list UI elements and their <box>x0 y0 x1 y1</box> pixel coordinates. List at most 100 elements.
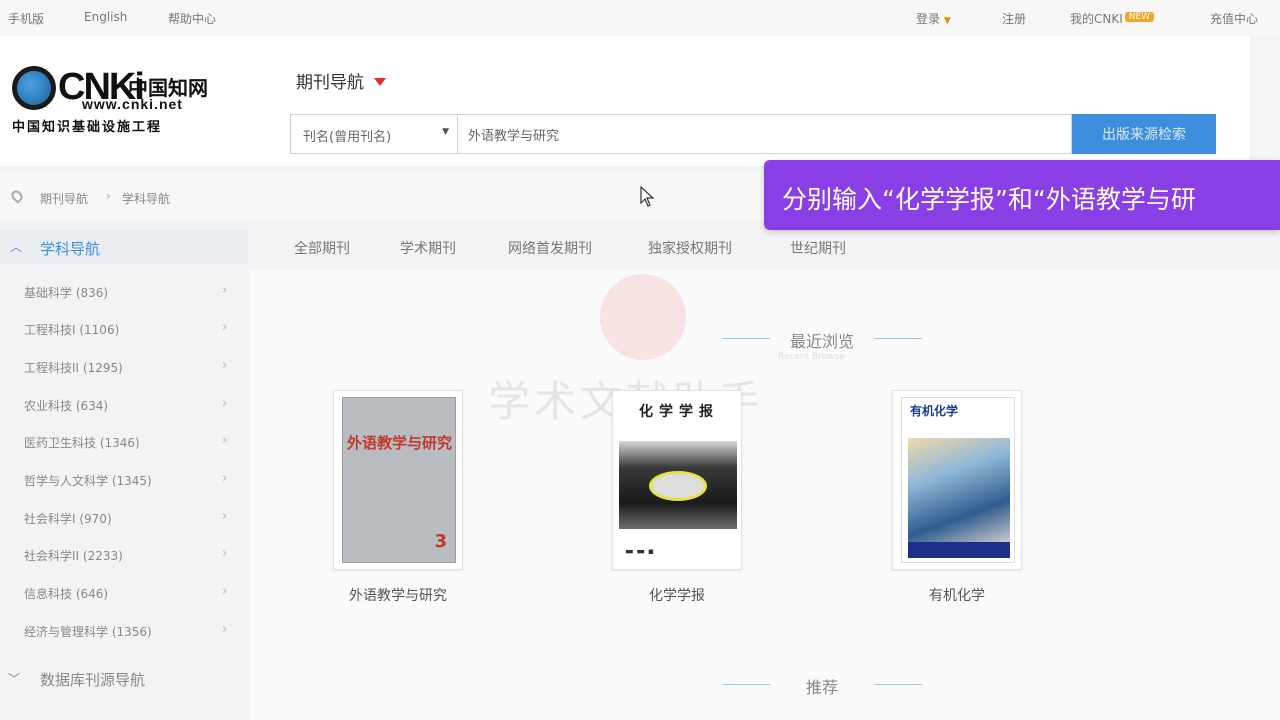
sidebar-item-label: 农业科技 (634) <box>24 399 109 413</box>
journal-title[interactable]: 有机化学 <box>877 585 1037 605</box>
mobile-link[interactable]: 手机版 <box>8 10 44 27</box>
sidebar-item-label: 工程科技I (1106) <box>24 323 120 337</box>
source-search-button[interactable]: 出版来源检索 <box>1072 114 1216 154</box>
recommend-label: 推荐 <box>805 678 838 697</box>
sidebar-item[interactable]: 工程科技II (1295) › <box>0 349 248 385</box>
tab-online-first[interactable]: 网络首发期刊 <box>508 238 592 258</box>
title-line-right <box>874 684 922 685</box>
caret-down-icon <box>374 78 386 86</box>
cover-footer-mark: ▬ ▬ ▪ <box>625 547 654 557</box>
cover-ring <box>649 471 707 501</box>
cnki-logo[interactable]: CNKi 中国知网 www.cnki.net 中国知识基础设施工程 <box>12 64 232 144</box>
cover-image: 外语教学与研究 3 <box>342 397 456 563</box>
journal-cover[interactable]: 有机化学 <box>892 390 1022 570</box>
journal-cover[interactable]: 化学学报 ▬ ▬ ▪ <box>612 390 742 570</box>
sidebar-item[interactable]: 工程科技I (1106) › <box>0 311 248 347</box>
sidebar-item[interactable]: 基础科学 (836) › <box>0 274 248 310</box>
english-link[interactable]: English <box>84 10 127 24</box>
tab-all[interactable]: 全部期刊 <box>294 238 350 258</box>
chevron-right-icon: › <box>222 509 228 524</box>
recharge-link[interactable]: 充值中心 <box>1210 10 1258 27</box>
instruction-banner: 分别输入“化学学报”和“外语教学与研 <box>764 160 1280 230</box>
location-pin-icon <box>9 188 25 204</box>
chevron-right-icon: › <box>222 584 228 599</box>
chevron-down-icon: ▼ <box>442 127 449 137</box>
recent-browse-subtitle: Recent Browse <box>778 352 845 362</box>
cover-issue: 3 <box>434 531 447 552</box>
title-line-right <box>874 338 922 339</box>
login-link[interactable]: 登录 ▼ <box>916 10 951 27</box>
sidebar-footer-database-nav[interactable]: ﹀ 数据库刊源导航 <box>0 662 248 696</box>
top-utility-bar: 手机版 English 帮助中心 登录 ▼ 注册 我的CNKI NEW 充值中心 <box>0 0 1280 36</box>
sidebar-item[interactable]: 医药卫生科技 (1346) › <box>0 424 248 460</box>
recent-browse-title: 最近浏览 <box>722 328 922 352</box>
sidebar-item-label: 社会科学I (970) <box>24 512 112 526</box>
sidebar-item[interactable]: 哲学与人文科学 (1345) › <box>0 462 248 498</box>
sidebar-item-label: 工程科技II (1295) <box>24 361 123 375</box>
sidebar-item-label: 信息科技 (646) <box>24 587 109 601</box>
search-bar: 刊名(曾用刊名) ▼ 出版来源检索 <box>290 114 1216 154</box>
sidebar-footer-label: 数据库刊源导航 <box>40 671 146 689</box>
logo-subtitle: 中国知识基础设施工程 <box>12 120 163 135</box>
new-badge: NEW <box>1124 12 1155 22</box>
sidebar-item[interactable]: 社会科学I (970) › <box>0 500 248 536</box>
watermark-seal-icon <box>600 274 686 360</box>
logo-url: www.cnki.net <box>82 96 183 112</box>
journal-title[interactable]: 化学学报 <box>597 585 757 605</box>
chevron-right-icon: › <box>222 471 228 486</box>
globe-icon <box>12 66 56 110</box>
journal-nav-dropdown[interactable]: 期刊导航 <box>296 68 386 93</box>
my-cnki-link[interactable]: 我的CNKI NEW <box>1070 10 1155 27</box>
journal-nav-label: 期刊导航 <box>296 73 364 93</box>
tab-exclusive[interactable]: 独家授权期刊 <box>648 238 732 258</box>
cover-artwork <box>619 441 737 529</box>
cover-image: 有机化学 <box>901 397 1015 563</box>
help-link[interactable]: 帮助中心 <box>168 10 216 27</box>
sidebar-item-label: 基础科学 (836) <box>24 286 109 300</box>
sidebar-header-subject-nav[interactable]: ︿ 学科导航 <box>0 230 248 264</box>
sidebar-item-label: 医药卫生科技 (1346) <box>24 436 140 450</box>
cover-title: 有机化学 <box>910 404 959 418</box>
journal-title[interactable]: 外语教学与研究 <box>318 585 478 605</box>
chevron-down-icon: ▼ <box>943 16 951 26</box>
chevron-down-icon: ﹀ <box>8 672 21 686</box>
tab-century[interactable]: 世纪期刊 <box>790 238 846 258</box>
cover-artwork <box>908 438 1010 542</box>
journal-cover[interactable]: 外语教学与研究 3 <box>333 390 463 570</box>
chevron-right-icon: › <box>222 622 228 637</box>
sidebar-item[interactable]: 社会科学II (2233) › <box>0 537 248 573</box>
sidebar: ︿ 学科导航 基础科学 (836) › 工程科技I (1106) › 工程科技II … <box>0 222 248 720</box>
my-cnki-label: 我的CNKI <box>1070 12 1123 26</box>
chevron-up-icon: ︿ <box>10 240 23 254</box>
title-line-left <box>722 684 770 685</box>
sidebar-item-label: 经济与管理科学 (1356) <box>24 625 152 639</box>
chevron-right-icon: › <box>222 396 228 411</box>
chevron-right-icon: › <box>222 320 228 335</box>
sidebar-item-label: 哲学与人文科学 (1345) <box>24 474 152 488</box>
recommend-title: 推荐 <box>722 674 922 698</box>
tab-academic[interactable]: 学术期刊 <box>400 238 456 258</box>
breadcrumb-subject-nav[interactable]: 学科导航 <box>122 190 170 207</box>
sidebar-item[interactable]: 农业科技 (634) › <box>0 387 248 423</box>
cover-title: 化学学报 <box>639 404 719 420</box>
breadcrumb-journal-nav[interactable]: 期刊导航 <box>40 190 88 207</box>
title-line-left <box>722 338 770 339</box>
cover-image: 化学学报 ▬ ▬ ▪ <box>619 397 737 563</box>
search-field-select[interactable]: 刊名(曾用刊名) ▼ <box>290 114 458 154</box>
sidebar-item-label: 社会科学II (2233) <box>24 549 123 563</box>
header: CNKi 中国知网 www.cnki.net 中国知识基础设施工程 期刊导航 刊… <box>0 36 1250 166</box>
sidebar-item[interactable]: 经济与管理科学 (1356) › <box>0 613 248 649</box>
cover-band <box>908 542 1010 558</box>
sidebar-header-label: 学科导航 <box>40 240 101 258</box>
cover-title: 外语教学与研究 <box>347 434 453 452</box>
chevron-right-icon: › <box>222 283 228 298</box>
register-link[interactable]: 注册 <box>1002 10 1026 27</box>
chevron-right-icon: › <box>222 358 228 373</box>
sidebar-item[interactable]: 信息科技 (646) › <box>0 575 248 611</box>
chevron-right-icon: › <box>222 433 228 448</box>
login-label: 登录 <box>916 12 941 26</box>
recent-browse-label: 最近浏览 <box>789 332 854 351</box>
search-field-label: 刊名(曾用刊名) <box>303 130 392 145</box>
chevron-right-icon: › <box>222 546 228 561</box>
search-input[interactable] <box>458 114 1072 154</box>
